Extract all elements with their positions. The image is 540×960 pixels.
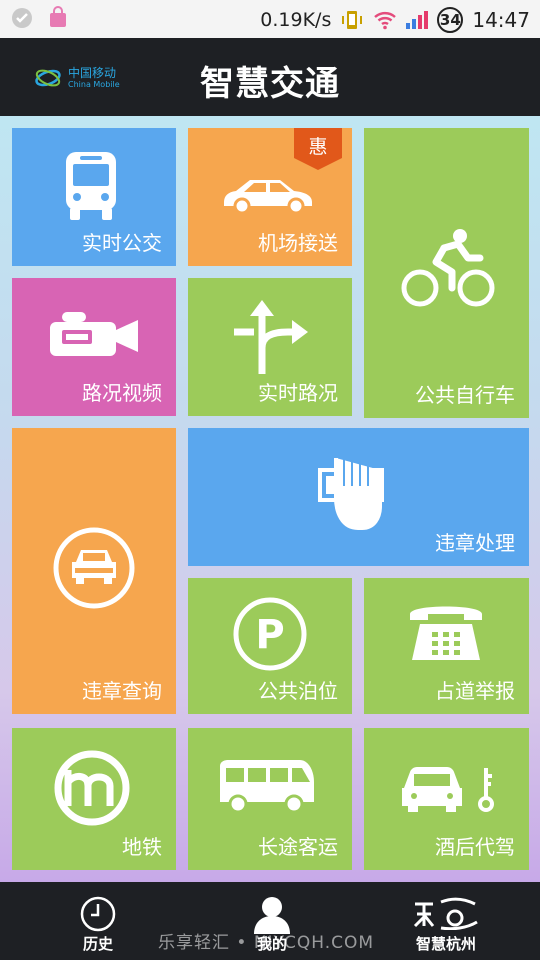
battery-indicator: 34 <box>437 7 464 33</box>
video-camera-icon <box>50 312 138 356</box>
tile-airport-transfer-label: 机场接送 <box>258 231 338 255</box>
tile-violation-handling[interactable]: ¥ 违章处理 <box>188 428 529 566</box>
tile-report-lane-label: 占道举报 <box>435 679 515 703</box>
car-key-icon <box>402 767 494 812</box>
clock-icon <box>80 896 116 932</box>
signal-strength-icon <box>406 11 429 29</box>
nav-smart-hangzhou[interactable]: 智慧杭州 <box>396 882 496 960</box>
svg-text:P: P <box>255 612 284 658</box>
nav-history[interactable]: 历史 <box>58 882 138 960</box>
nav-history-label: 历史 <box>82 935 113 953</box>
tile-violation-query[interactable]: 违章查询 <box>12 428 176 714</box>
tile-violation-query-label: 违章查询 <box>82 679 162 703</box>
hangzhou-logo-icon <box>413 897 478 930</box>
road-junction-icon <box>234 300 308 374</box>
status-bar: 0.19K/s 34 14:47 <box>0 0 540 38</box>
nav-smart-hangzhou-label: 智慧杭州 <box>415 935 476 953</box>
tile-traffic-video[interactable]: 路况视频 <box>12 278 176 416</box>
china-mobile-logo-icon <box>35 69 61 87</box>
payment-hand-icon: ¥ <box>318 454 384 530</box>
tile-designated-driver[interactable]: 酒后代驾 <box>364 728 529 870</box>
tile-metro-label: 地铁 <box>122 835 162 859</box>
vibrate-icon <box>342 11 363 29</box>
parking-icon: P <box>233 597 307 671</box>
tile-realtime-traffic-label: 实时路况 <box>258 381 338 405</box>
tile-airport-transfer[interactable]: 惠 机场接送 <box>188 128 352 266</box>
clock: 14:47 <box>472 8 530 32</box>
china-mobile-logo: 中国移动 China Mobile <box>34 66 120 90</box>
page-title: 智慧交通 <box>200 64 340 104</box>
bicycle-icon <box>401 229 495 307</box>
tile-realtime-bus[interactable]: 实时公交 <box>12 128 176 266</box>
tile-long-distance-bus-label: 长途客运 <box>258 835 338 859</box>
telephone-icon <box>410 606 482 660</box>
watermark-text: 乐享轻汇 • NIYCQH.COM <box>158 933 375 953</box>
wifi-icon <box>374 12 397 30</box>
tile-long-distance-bus[interactable]: 长途客运 <box>188 728 352 870</box>
tile-metro[interactable]: 地铁 <box>12 728 176 870</box>
tile-public-parking[interactable]: P 公共泊位 <box>188 578 352 714</box>
carrier-name-cn: 中国移动 <box>68 66 117 80</box>
notification-check-icon <box>12 8 32 28</box>
car-side-icon <box>224 180 312 214</box>
car-front-circle-icon <box>53 527 135 609</box>
app-header: 中国移动 China Mobile 智慧交通 <box>0 38 540 116</box>
discount-badge-label: 惠 <box>308 136 328 158</box>
shopping-bag-icon <box>50 6 66 27</box>
service-grid: 实时公交 惠 机场接送 公共自行车 路况视频 实时路况 违章处理 违章查询 P … <box>0 116 540 882</box>
tile-public-bike-label: 公共自行车 <box>415 383 515 407</box>
network-speed: 0.19K/s <box>260 9 332 31</box>
tile-public-parking-label: 公共泊位 <box>258 679 338 703</box>
tile-designated-driver-label: 酒后代驾 <box>435 835 515 859</box>
tile-realtime-traffic[interactable]: 实时路况 <box>188 278 352 416</box>
carrier-name-en: China Mobile <box>68 80 120 89</box>
tile-realtime-bus-label: 实时公交 <box>82 231 162 255</box>
discount-badge: 惠 <box>292 128 344 172</box>
coach-bus-icon <box>220 760 314 814</box>
metro-logo-icon <box>54 750 130 826</box>
tile-public-bike[interactable]: 公共自行车 <box>364 128 529 418</box>
tile-violation-handling-label: 违章处理 <box>435 531 515 555</box>
bus-icon <box>66 152 116 220</box>
tile-report-lane[interactable]: 占道举报 <box>364 578 529 714</box>
tile-traffic-video-label: 路况视频 <box>82 381 162 405</box>
